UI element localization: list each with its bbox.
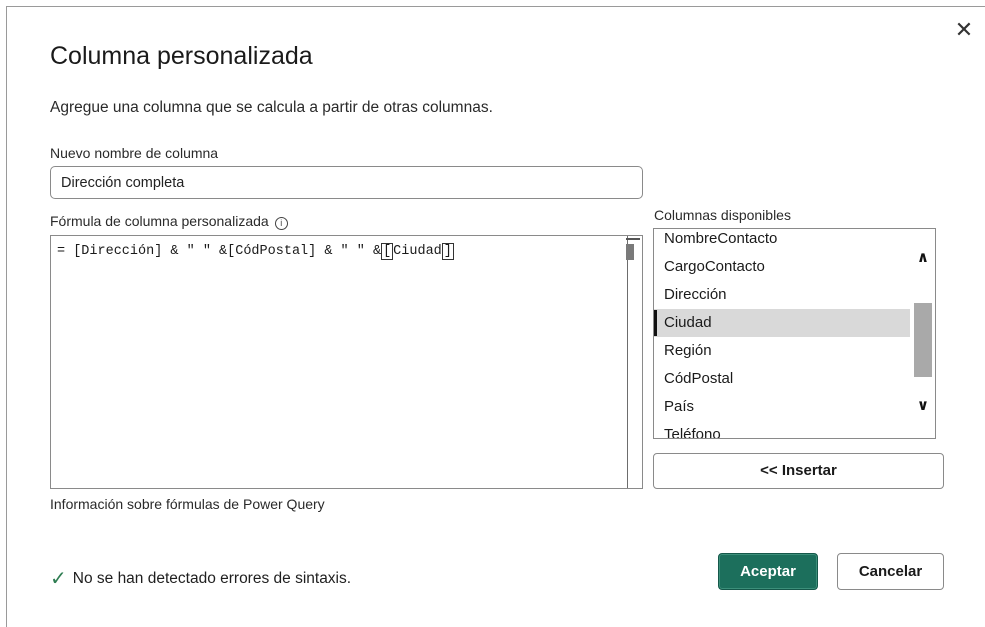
ok-button[interactable]: Aceptar	[718, 553, 818, 590]
close-icon[interactable]: ✕	[952, 18, 976, 42]
dialog-subtitle: Agregue una columna que se calcula a par…	[50, 99, 493, 116]
list-item[interactable]: Región	[654, 337, 910, 365]
list-item[interactable]: NombreContacto	[654, 229, 910, 253]
new-column-name-input[interactable]	[50, 166, 643, 199]
syntax-status: ✓ No se han detectado errores de sintaxis…	[50, 566, 351, 591]
checkmark-icon: ✓	[50, 568, 67, 590]
formula-label: Fórmula de columna personalizada i	[50, 213, 288, 230]
list-item[interactable]: CódPostal	[654, 365, 910, 393]
formula-scrollbar-cap	[626, 238, 640, 240]
available-columns-label: Columnas disponibles	[654, 207, 791, 223]
available-columns-list[interactable]: NombreContacto CargoContacto Dirección C…	[653, 228, 936, 439]
formula-text[interactable]: = [Dirección] & " " &[CódPostal] & " " &…	[57, 243, 454, 260]
formula-prefix: = [Dirección] & " " &[CódPostal] & " " &	[57, 244, 382, 259]
formula-editor[interactable]: = [Dirección] & " " &[CódPostal] & " " &…	[50, 235, 643, 489]
columns-scrollbar-thumb[interactable]	[914, 303, 932, 377]
list-item[interactable]: País	[654, 393, 910, 421]
cancel-button[interactable]: Cancelar	[837, 553, 944, 590]
power-query-formula-help-link[interactable]: Información sobre fórmulas de Power Quer…	[50, 496, 325, 512]
list-item[interactable]: Teléfono	[654, 421, 910, 438]
list-item-selected[interactable]: Ciudad	[654, 309, 910, 337]
list-item[interactable]: CargoContacto	[654, 253, 910, 281]
formula-scrollbar-track[interactable]	[627, 236, 628, 488]
insert-button[interactable]: << Insertar	[653, 453, 944, 489]
formula-scrollbar-thumb[interactable]	[626, 244, 634, 260]
columns-scrollbar[interactable]: ∧ ∨	[910, 229, 935, 438]
formula-open-bracket: [	[381, 243, 394, 260]
chevron-down-icon[interactable]: ∨	[914, 397, 932, 415]
formula-label-text: Fórmula de columna personalizada	[50, 213, 269, 229]
formula-close-bracket: ]	[441, 243, 454, 260]
formula-field: Ciudad	[393, 244, 442, 259]
info-icon[interactable]: i	[274, 217, 288, 230]
chevron-up-icon[interactable]: ∧	[914, 249, 932, 267]
list-item[interactable]: Dirección	[654, 281, 910, 309]
syntax-status-text: No se han detectado errores de sintaxis.	[72, 570, 352, 587]
new-column-name-label: Nuevo nombre de columna	[50, 145, 219, 161]
dialog-title: Columna personalizada	[50, 42, 313, 70]
